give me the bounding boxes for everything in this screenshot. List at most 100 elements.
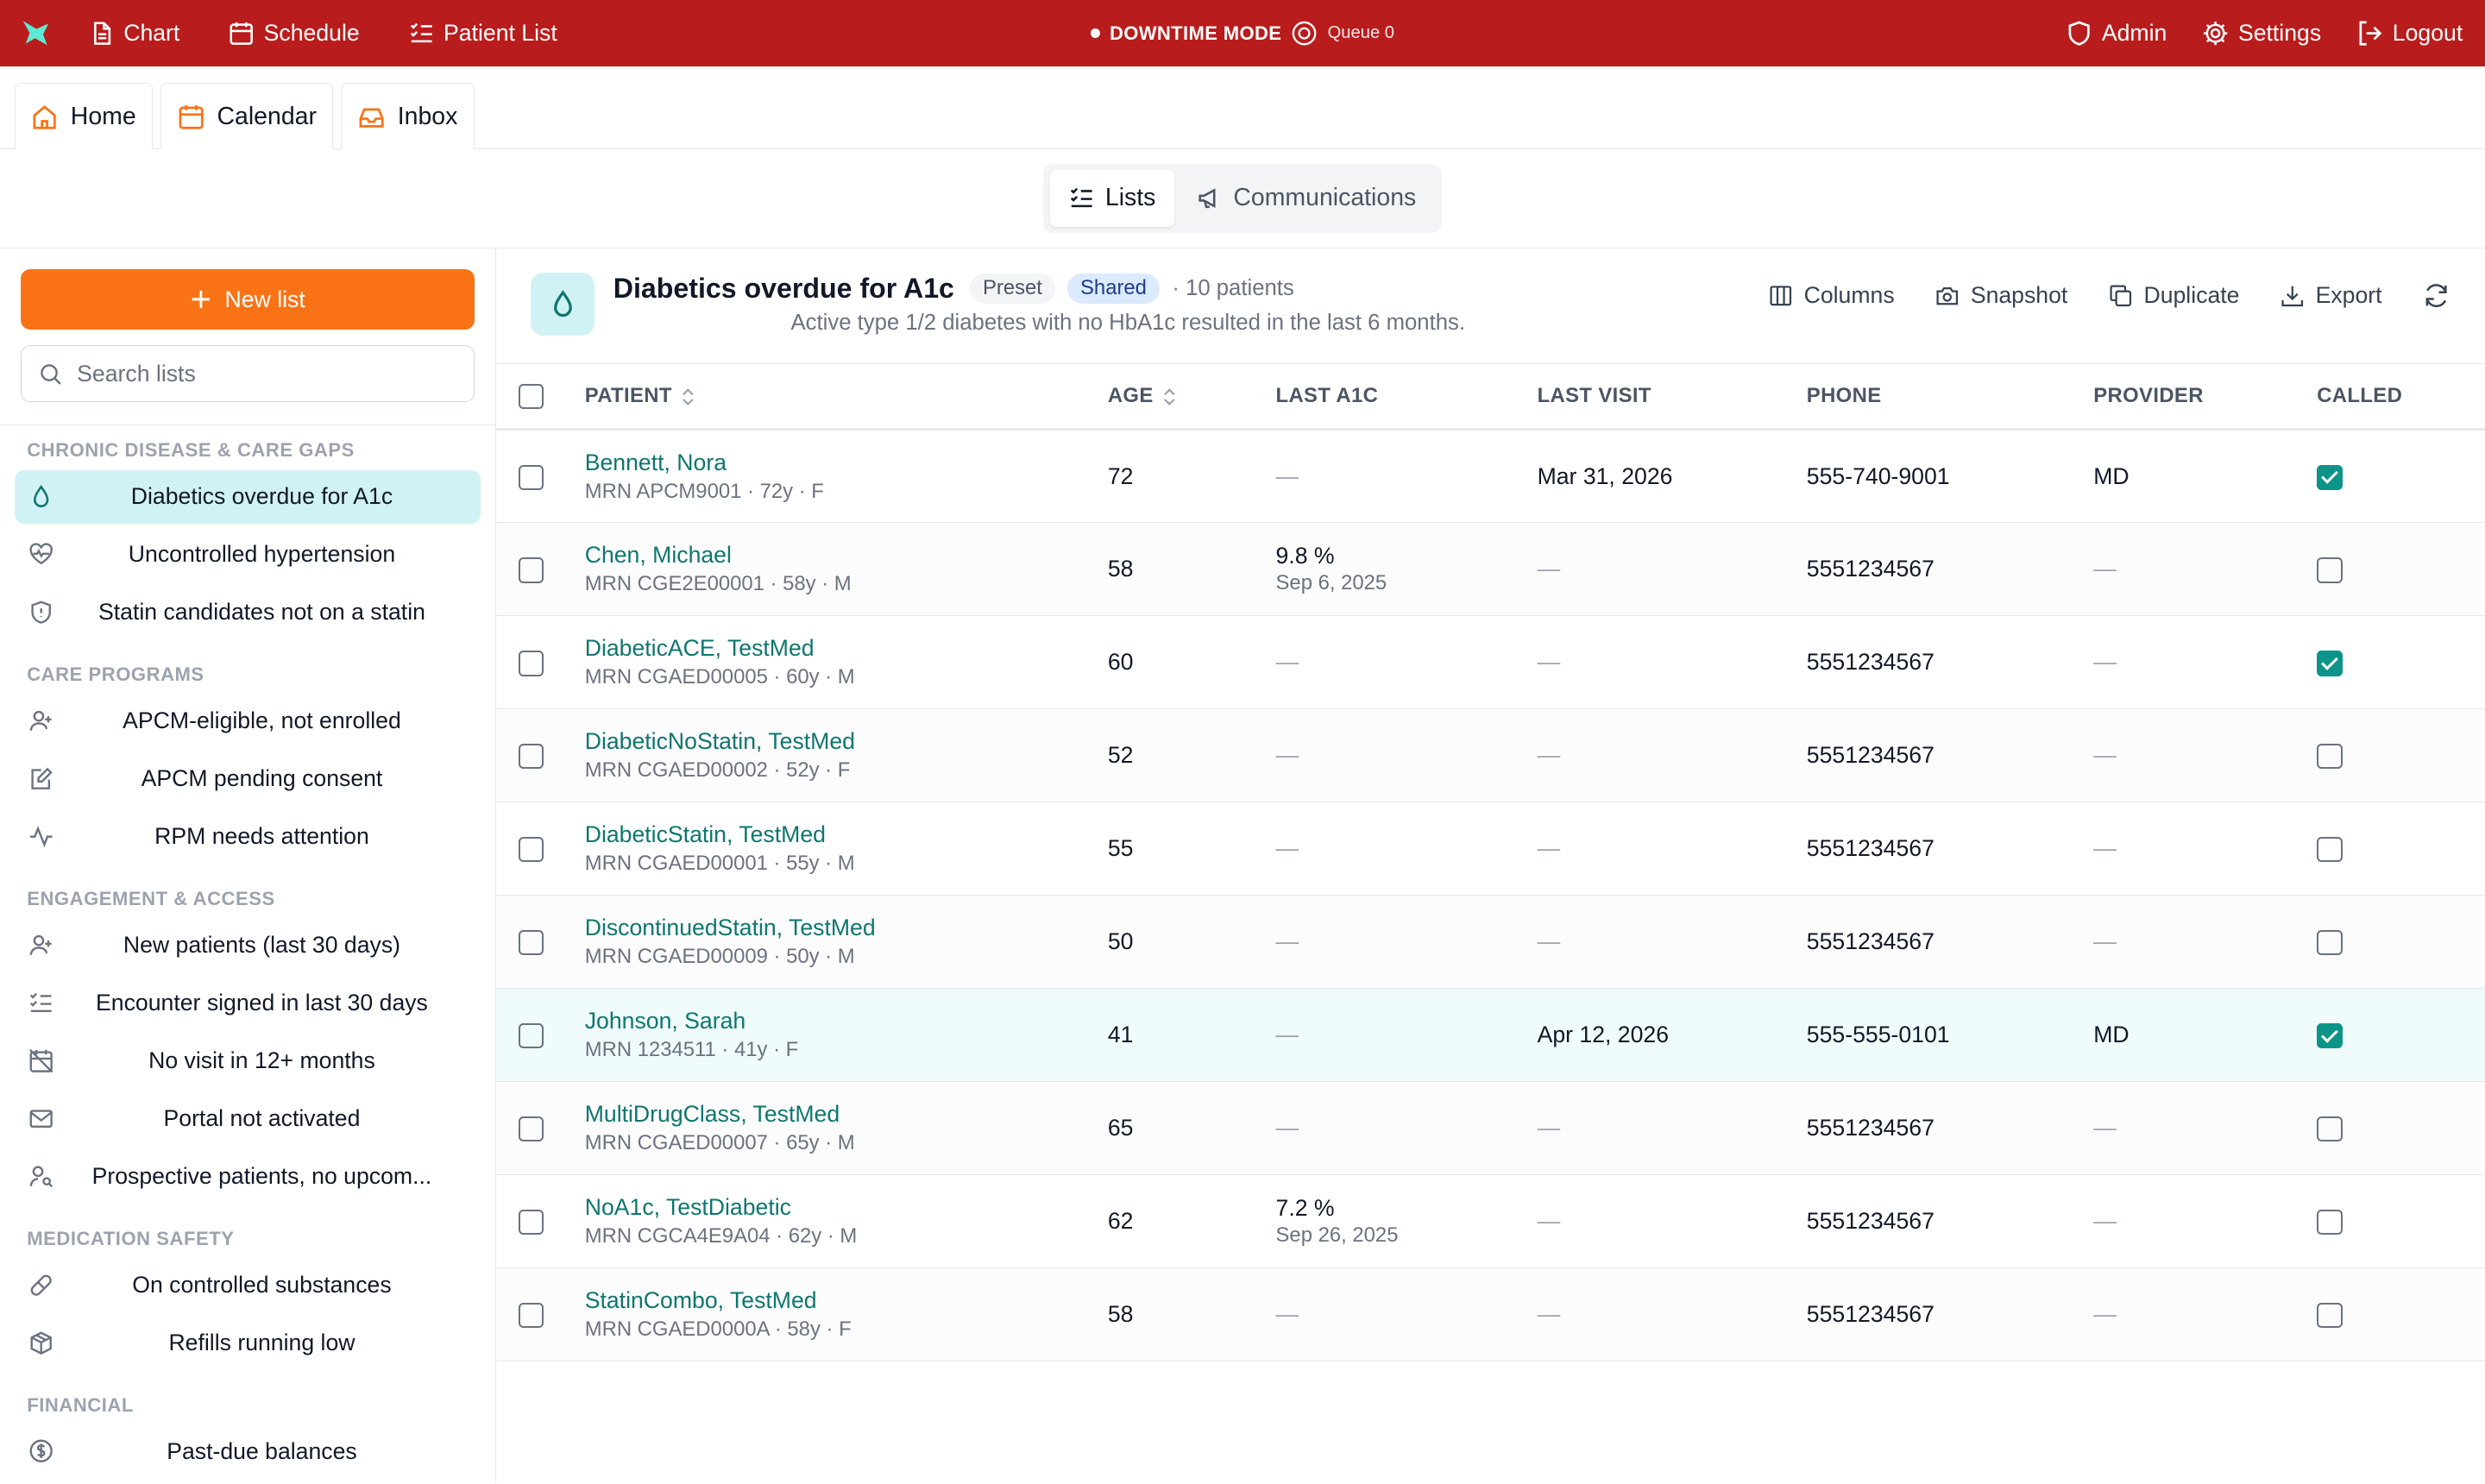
age-cell: 58 xyxy=(1107,1267,1276,1362)
table-row[interactable]: Johnson, Sarah MRN 1234511 · 41y · F 41— Ap… xyxy=(495,988,2485,1083)
row-checkbox[interactable] xyxy=(518,557,544,583)
nav-patient-list[interactable]: Patient List xyxy=(409,20,557,47)
age-cell: 60 xyxy=(1107,615,1276,710)
sidebar-item-controlled-substances[interactable]: On controlled substances xyxy=(15,1258,481,1311)
preset-badge: Preset xyxy=(970,273,1055,305)
export-button[interactable]: Export xyxy=(2281,282,2382,309)
table-row[interactable]: NoA1c, TestDiabetic MRN CGCA4E9A04 · 62y … xyxy=(495,1174,2485,1269)
new-list-button[interactable]: New list xyxy=(20,269,475,330)
provider-cell: — xyxy=(2093,895,2318,990)
sidebar-item-new-patients[interactable]: New patients (last 30 days) xyxy=(15,918,481,972)
row-checkbox[interactable] xyxy=(518,744,544,770)
table-row[interactable]: MultiDrugClass, TestMed MRN CGAED00007 · … xyxy=(495,1081,2485,1176)
row-checkbox[interactable] xyxy=(518,1303,544,1329)
column-header-patient[interactable]: PATIENT xyxy=(584,364,1108,431)
patient-name-link[interactable]: DiabeticACE, TestMed xyxy=(585,635,1108,662)
sidebar-item-prospective-patients[interactable]: Prospective patients, no upcom... xyxy=(15,1149,481,1203)
row-select-cell xyxy=(495,1174,585,1269)
refresh-button[interactable] xyxy=(2423,282,2450,309)
tab-inbox[interactable]: Inbox xyxy=(341,83,475,150)
patient-table: PATIENT AGE LAST A1C LAST VISIT PHONE PR… xyxy=(495,364,2485,1362)
downtime-mode-label: DOWNTIME MODE xyxy=(1109,22,1282,44)
table-row[interactable]: DiabeticNoStatin, TestMed MRN CGAED00002 … xyxy=(495,708,2485,803)
column-header-age[interactable]: AGE xyxy=(1107,364,1276,431)
called-cell xyxy=(2317,1267,2485,1362)
sidebar-item-portal-not-activated[interactable]: Portal not activated xyxy=(15,1091,481,1145)
table-row[interactable]: DiabeticACE, TestMed MRN CGAED00005 · 60y… xyxy=(495,615,2485,710)
provider-cell: — xyxy=(2093,1267,2318,1362)
select-all-cell xyxy=(495,364,585,431)
last-a1c-cell: — xyxy=(1275,615,1538,710)
select-all-checkbox[interactable] xyxy=(518,383,544,409)
called-checkbox[interactable] xyxy=(2317,1303,2343,1329)
table-row[interactable]: DiscontinuedStatin, TestMed MRN CGAED0000… xyxy=(495,895,2485,990)
nav-chart[interactable]: Chart xyxy=(89,20,179,47)
table-row[interactable]: Bennett, Nora MRN APCM9001 · 72y · F 72— Ma… xyxy=(495,429,2485,524)
patient-name-link[interactable]: MultiDrugClass, TestMed xyxy=(585,1101,1108,1128)
row-checkbox[interactable] xyxy=(518,1116,544,1142)
row-checkbox[interactable] xyxy=(518,837,544,863)
row-checkbox[interactable] xyxy=(518,464,544,491)
group-title-financial: FINANCIAL xyxy=(27,1393,134,1416)
calendar-icon xyxy=(179,104,204,129)
patient-name-link[interactable]: DiscontinuedStatin, TestMed xyxy=(585,915,1108,941)
called-checkbox[interactable] xyxy=(2317,837,2343,863)
nav-schedule[interactable]: Schedule xyxy=(229,20,360,47)
provider-cell: — xyxy=(2093,802,2318,896)
patient-name-link[interactable]: Chen, Michael xyxy=(585,542,1108,569)
called-checkbox[interactable] xyxy=(2317,557,2343,583)
snapshot-button[interactable]: Snapshot xyxy=(1935,282,2067,309)
tab-home[interactable]: Home xyxy=(14,83,154,150)
table-row[interactable]: Chen, Michael MRN CGE2E00001 · 58y · M 58 9… xyxy=(495,522,2485,617)
nav-settings[interactable]: Settings xyxy=(2202,20,2321,47)
sidebar-item-refills-low[interactable]: Refills running low xyxy=(15,1316,481,1369)
duplicate-button[interactable]: Duplicate xyxy=(2109,282,2239,309)
sidebar-item-statin-candidates[interactable]: Statin candidates not on a statin xyxy=(15,586,481,639)
row-checkbox[interactable] xyxy=(518,1210,544,1236)
sidebar-item-uncontrolled-hypertension[interactable]: Uncontrolled hypertension xyxy=(15,528,481,582)
called-checkbox[interactable] xyxy=(2317,930,2343,956)
search-lists-box xyxy=(20,345,475,403)
sidebar-item-no-visit[interactable]: No visit in 12+ months xyxy=(15,1034,481,1087)
nav-admin[interactable]: Admin xyxy=(2066,20,2167,47)
sidebar-item-apcm-pending[interactable]: APCM pending consent xyxy=(15,751,481,805)
table-row[interactable]: StatinCombo, TestMed MRN CGAED0000A · 58y… xyxy=(495,1267,2485,1362)
downtime-indicator[interactable]: DOWNTIME MODE Queue 0 xyxy=(1090,20,1394,47)
patient-name-link[interactable]: NoA1c, TestDiabetic xyxy=(585,1194,1108,1221)
search-lists-input[interactable] xyxy=(77,360,426,387)
age-cell: 62 xyxy=(1107,1174,1276,1269)
segment-lists[interactable]: Lists xyxy=(1049,169,1175,228)
called-checkbox[interactable] xyxy=(2317,744,2343,770)
called-checkbox[interactable] xyxy=(2317,1116,2343,1142)
patient-name-link[interactable]: StatinCombo, TestMed xyxy=(585,1287,1108,1314)
page-tabs: Home Calendar Inbox xyxy=(0,66,2485,150)
sidebar-item-past-due[interactable]: Past-due balances xyxy=(15,1424,481,1478)
row-checkbox[interactable] xyxy=(518,1023,544,1049)
row-checkbox[interactable] xyxy=(518,930,544,956)
table-row[interactable]: DiabeticStatin, TestMed MRN CGAED00001 · … xyxy=(495,802,2485,896)
column-header-phone: PHONE xyxy=(1806,364,2094,431)
phone-cell: 5551234567 xyxy=(1806,615,2094,710)
app-logo-icon[interactable] xyxy=(19,13,60,54)
patient-name-link[interactable]: DiabeticStatin, TestMed xyxy=(585,821,1108,848)
column-header-last-a1c: LAST A1C xyxy=(1275,364,1538,431)
row-checkbox[interactable] xyxy=(518,651,544,676)
nav-logout[interactable]: Logout xyxy=(2356,20,2463,47)
sidebar-item-apcm-eligible[interactable]: APCM-eligible, not enrolled xyxy=(15,694,481,747)
segment-communications[interactable]: Communications xyxy=(1178,170,1435,227)
sidebar-item-label: Encounter signed in last 30 days xyxy=(96,989,428,1016)
patient-name-link[interactable]: Johnson, Sarah xyxy=(585,1008,1108,1034)
columns-button[interactable]: Columns xyxy=(1769,282,1895,309)
called-checkbox[interactable] xyxy=(2317,651,2343,676)
patient-name-link[interactable]: DiabeticNoStatin, TestMed xyxy=(585,728,1108,755)
called-checkbox[interactable] xyxy=(2317,464,2343,491)
called-checkbox[interactable] xyxy=(2317,1023,2343,1049)
called-checkbox[interactable] xyxy=(2317,1210,2343,1236)
last-visit-cell: — xyxy=(1537,522,1807,617)
tab-calendar[interactable]: Calendar xyxy=(160,83,334,150)
patient-name-link[interactable]: Bennett, Nora xyxy=(585,450,1108,476)
sidebar-item-diabetics-overdue[interactable]: Diabetics overdue for A1c xyxy=(14,469,481,525)
sidebar-item-encounter-signed[interactable]: Encounter signed in last 30 days xyxy=(15,976,481,1029)
list-title-row: Diabetics overdue for A1c Preset Shared … xyxy=(613,273,1294,305)
sidebar-item-rpm-attention[interactable]: RPM needs attention xyxy=(15,809,481,863)
